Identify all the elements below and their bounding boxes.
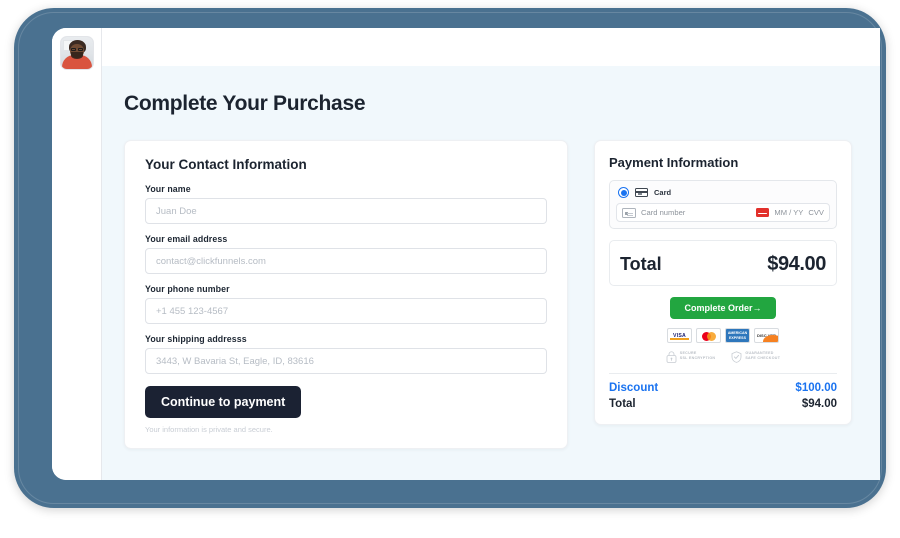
field-group-email: Your email address: [145, 234, 547, 284]
device-frame: Complete Your Purchase Your Contact Info…: [14, 8, 886, 508]
total-value: $94.00: [767, 253, 826, 275]
mastercard-logo-icon: [696, 328, 721, 343]
privacy-note: Your information is private and secure.: [145, 425, 273, 434]
page-body: Complete Your Purchase Your Contact Info…: [102, 66, 880, 480]
field-group-name: Your name: [145, 184, 547, 234]
left-rail: [52, 28, 102, 480]
complete-order-wrap: Complete Order→: [609, 297, 837, 319]
input-your-name[interactable]: [145, 198, 547, 224]
discount-value: $100.00: [795, 382, 837, 394]
accepted-cards-strip: VISA AMERICAN EXPRESS DISC VER: [609, 328, 837, 343]
field-group-phone: Your phone number: [145, 284, 547, 334]
top-bar: [102, 28, 880, 66]
complete-order-label: Complete Order: [684, 303, 753, 313]
input-your-phone[interactable]: [145, 298, 547, 324]
contact-information-card: Your Contact Information Your name Your …: [124, 140, 568, 449]
card-method-row[interactable]: Card: [610, 181, 836, 203]
summary-row-discount: Discount $100.00: [609, 380, 837, 396]
total-row: Total $94.00: [620, 253, 826, 276]
card-method-box: Card MM / YY CVV: [609, 180, 837, 229]
payment-information-card: Payment Information Card Card number MM …: [594, 140, 852, 425]
page-title: Complete Your Purchase: [124, 92, 366, 115]
trust-badge-checkout-text: GUARANTEED SAFE CHECKOUT: [745, 350, 781, 360]
shield-check-icon: [731, 350, 742, 363]
trust-badges-strip: SECURE SSL ENCRYPTION GUARANTEED SAFE CH…: [609, 350, 837, 363]
contact-section-title: Your Contact Information: [145, 157, 307, 172]
input-shipping-address[interactable]: [145, 348, 547, 374]
payment-section-title: Payment Information: [609, 155, 739, 170]
summary-total-value: $94.00: [801, 398, 837, 410]
trust-badge-ssl-text: SECURE SSL ENCRYPTION: [679, 350, 716, 360]
total-box: Total $94.00: [609, 240, 837, 286]
avatar[interactable]: [59, 36, 94, 70]
total-label: Total: [620, 254, 662, 274]
continue-to-payment-button[interactable]: Continue to payment: [145, 386, 302, 418]
label-your-phone: Your phone number: [145, 284, 230, 294]
input-your-email[interactable]: [145, 248, 547, 274]
card-method-label: Card: [654, 188, 672, 197]
card-radio-dot: [620, 189, 627, 196]
amex-logo-icon: AMERICAN EXPRESS: [725, 328, 750, 343]
checkout-grid: Your Contact Information Your name Your …: [124, 140, 852, 449]
summary-total-label: Total: [609, 398, 636, 410]
lock-icon: [666, 350, 677, 363]
order-summary-rows: Discount $100.00 Total $94.00: [609, 373, 837, 412]
card-expiry-placeholder[interactable]: MM / YY: [774, 208, 803, 217]
card-cvv-placeholder[interactable]: CVV: [808, 208, 824, 217]
trust-badge-checkout: GUARANTEED SAFE CHECKOUT: [731, 350, 781, 363]
card-number-icon: [622, 207, 636, 218]
label-your-email: Your email address: [145, 234, 228, 244]
page-area: Complete Your Purchase Your Contact Info…: [102, 28, 880, 480]
card-number-input[interactable]: [641, 208, 752, 217]
card-brand-icon: [756, 208, 770, 217]
card-radio-button[interactable]: [618, 187, 629, 198]
discount-label: Discount: [609, 382, 659, 394]
credit-card-icon: [635, 188, 648, 197]
card-fields-row: MM / YY CVV: [616, 203, 830, 222]
visa-logo-icon: VISA: [667, 328, 692, 343]
label-your-name: Your name: [145, 184, 191, 194]
complete-order-button[interactable]: Complete Order→: [670, 297, 776, 319]
summary-row-total: Total $94.00: [609, 396, 837, 412]
field-group-shipping-address: Your shipping addresss: [145, 334, 547, 384]
browser-window: Complete Your Purchase Your Contact Info…: [52, 28, 880, 480]
label-shipping-address: Your shipping addresss: [145, 334, 247, 344]
arrow-right-icon: →: [752, 303, 762, 313]
discover-logo-icon: DISC VER: [754, 328, 779, 343]
trust-badge-ssl: SECURE SSL ENCRYPTION: [666, 350, 716, 363]
